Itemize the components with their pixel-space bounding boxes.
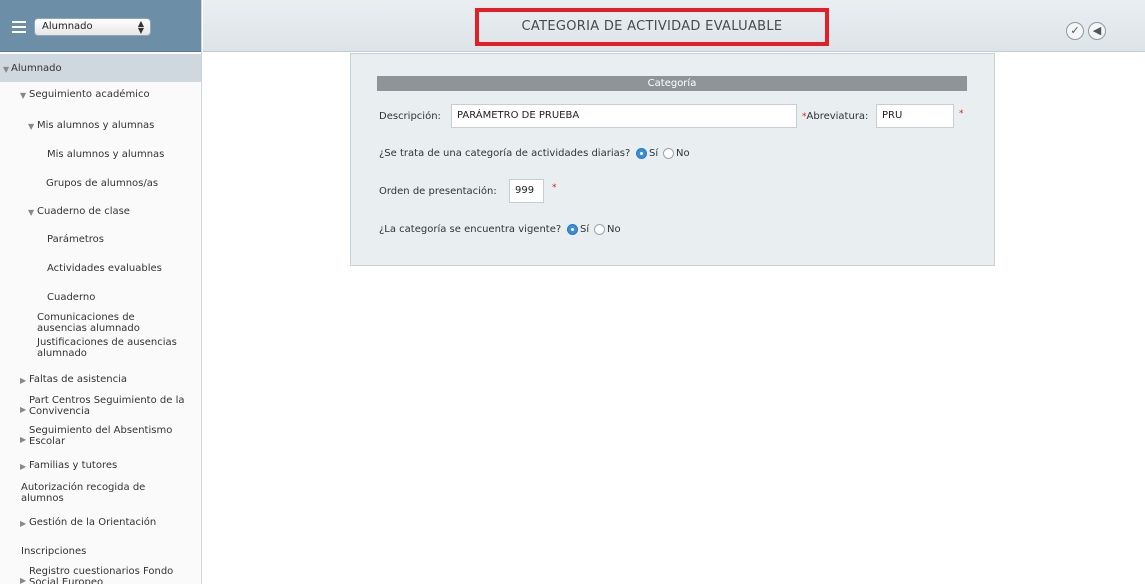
sidebar-item-label: Familias y tutores xyxy=(29,460,118,471)
back-button[interactable]: ◀ xyxy=(1088,22,1106,40)
vigente-question: ¿La categoría se encuentra vigente? xyxy=(379,224,562,235)
sidebar-item-label: Faltas de asistencia xyxy=(29,374,127,385)
select-chevron-icon: ▲ ▼ xyxy=(137,19,144,35)
abreviatura-label: *Abreviatura: xyxy=(802,111,868,122)
sidebar-item-label: Alumnado xyxy=(11,63,62,74)
hamburger-menu-icon[interactable] xyxy=(12,21,26,33)
profile-select[interactable]: Alumnado ▲ ▼ xyxy=(34,18,151,36)
descripcion-label: Descripción: xyxy=(379,111,441,122)
expanded-arrow-icon: ▼ xyxy=(28,122,35,131)
abreviatura-label-text: Abreviatura: xyxy=(806,111,869,122)
page-title-text: CATEGORIA DE ACTIVIDAD EVALUABLE xyxy=(521,19,783,34)
orden-label: Orden de presentación: xyxy=(379,186,497,197)
descripcion-input[interactable]: PARÁMETRO DE PRUEBA xyxy=(451,104,797,128)
diarias-no-label: No xyxy=(676,148,690,159)
page-title: CATEGORIA DE ACTIVIDAD EVALUABLE xyxy=(475,8,829,46)
accept-button[interactable]: ✓ xyxy=(1066,22,1084,40)
sidebar-item-label: Parámetros xyxy=(47,234,104,245)
sidebar-item-alumnado[interactable]: ▼ Alumnado xyxy=(0,54,201,82)
diarias-question: ¿Se trata de una categoría de actividade… xyxy=(379,148,631,159)
sidebar-item-label: Comunicaciones de ausencias alumnado xyxy=(37,312,140,334)
sidebar-item-label: Seguimiento académico xyxy=(29,89,150,100)
collapsed-arrow-icon: ▶ xyxy=(20,576,27,584)
category-form-panel: Categoría Descripción: PARÁMETRO DE PRUE… xyxy=(350,53,995,266)
collapsed-arrow-icon: ▶ xyxy=(20,405,27,414)
app-window: Alumnado ▲ ▼ ▼ Alumnado ▼ Seguimiento aca… xyxy=(0,0,1145,584)
diarias-no-radio[interactable] xyxy=(663,148,674,159)
sidebar-item-label: Autorización recogida de alumnos xyxy=(21,482,146,504)
sidebar-item-label: Inscripciones xyxy=(21,546,87,557)
required-mark: * xyxy=(552,183,557,193)
sidebar-item-label: Grupos de alumnos/as xyxy=(46,178,159,189)
sidebar-item-label: Mis alumnos y alumnas xyxy=(47,149,165,160)
collapsed-arrow-icon: ▶ xyxy=(20,435,27,444)
diarias-si-label: Sí xyxy=(649,148,659,159)
abreviatura-value: PRU xyxy=(882,110,903,121)
section-title: Categoría xyxy=(647,78,697,89)
top-bar: CATEGORIA DE ACTIVIDAD EVALUABLE ✓ ◀ xyxy=(203,0,1145,52)
descripcion-value: PARÁMETRO DE PRUEBA xyxy=(457,110,580,121)
sidebar-item-registro[interactable]: ▶ Registro cuestionarios Fondo Social Eu… xyxy=(0,566,201,584)
sidebar-item-label: Mis alumnos y alumnas xyxy=(37,120,155,131)
section-header: Categoría xyxy=(377,76,967,91)
vigente-si-label: Sí xyxy=(580,224,590,235)
back-arrow-icon: ◀ xyxy=(1092,24,1102,37)
vigente-si-radio[interactable] xyxy=(567,224,578,235)
collapsed-arrow-icon: ▶ xyxy=(20,462,27,471)
sidebar-item-label: Justificaciones de ausencias alumnado xyxy=(37,337,177,359)
sidebar-item-label: Cuaderno de clase xyxy=(37,206,130,217)
sidebar-item-label: Gestión de la Orientación xyxy=(29,517,157,528)
collapsed-arrow-icon: ▶ xyxy=(20,519,27,528)
expanded-arrow-icon: ▼ xyxy=(28,208,35,217)
sidebar: Alumnado ▲ ▼ ▼ Alumnado ▼ Seguimiento aca… xyxy=(0,0,202,584)
vigente-no-label: No xyxy=(607,224,621,235)
orden-value: 999 xyxy=(515,185,535,196)
sidebar-header: Alumnado ▲ ▼ xyxy=(0,0,201,52)
collapsed-arrow-icon: ▶ xyxy=(20,376,27,385)
check-icon: ✓ xyxy=(1070,24,1080,37)
profile-select-value: Alumnado xyxy=(42,21,93,32)
sidebar-item-label: Part Centros Seguimiento de la Convivenc… xyxy=(29,395,185,417)
expanded-arrow-icon: ▼ xyxy=(3,65,10,74)
abreviatura-input[interactable]: PRU xyxy=(876,104,954,128)
sidebar-item-label: Cuaderno xyxy=(47,292,96,303)
vigente-no-radio[interactable] xyxy=(594,224,605,235)
sidebar-item-label: Registro cuestionarios Fondo Social Euro… xyxy=(29,566,174,584)
orden-input[interactable]: 999 xyxy=(509,179,544,203)
diarias-si-radio[interactable] xyxy=(636,148,647,159)
sidebar-item-label: Actividades evaluables xyxy=(47,263,162,274)
expanded-arrow-icon: ▼ xyxy=(20,91,27,100)
sidebar-item-label: Seguimiento del Absentismo Escolar xyxy=(29,425,173,447)
required-mark: * xyxy=(959,109,964,119)
